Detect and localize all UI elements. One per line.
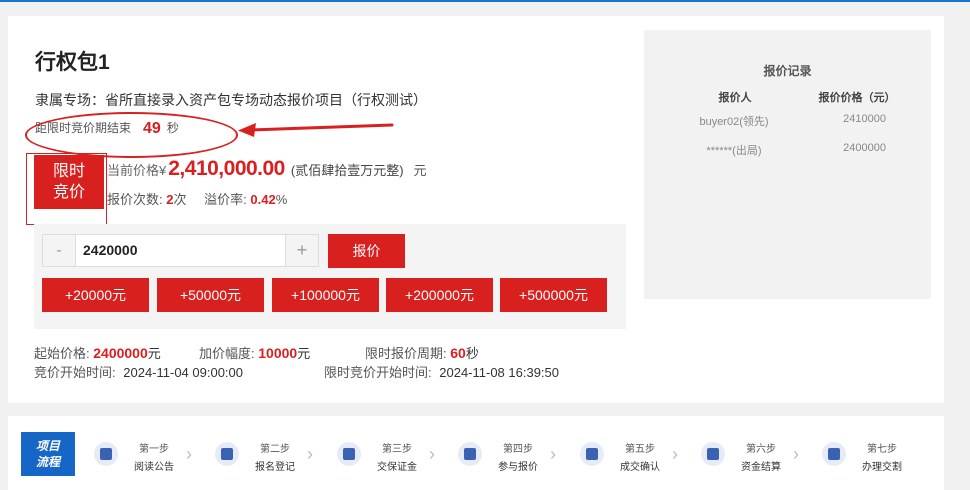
flow-step-3: 第三步 交保证金 [337,440,437,476]
badge-line-2: 流程 [35,455,60,469]
flow-step-4: 第四步 参与报价 [458,440,558,476]
flow-step-6: 第六步 资金结算 [701,440,801,476]
step-name: 报名登记 [255,462,295,473]
step-name: 阅读公告 [134,462,174,473]
increment-100000-button[interactable]: +100000元 [272,278,379,312]
start-price-value: 2400000 [93,345,148,361]
highlight-oval [25,112,238,158]
currency-symbol: ¥ [159,163,167,178]
step-name: 资金结算 [741,462,781,473]
bid-step: 加价幅度: 10000元 [199,343,310,362]
current-price: 当前价格¥2,410,000.00 (贰佰肆拾壹万元整) 元 [107,157,427,181]
limited-period-label: 限时报价周期: [365,346,447,361]
bidder-column-header: 报价人 [718,92,752,104]
tag-line-1: 限时 [52,163,85,180]
premium-label: 溢价率: [204,192,247,207]
bid-stats: 报价次数: 2次 溢价率: 0.42% [107,189,287,208]
process-flow-badge: 项目 流程 [21,432,75,476]
limited-period-value: 60 [450,345,466,361]
bid-step-value: 10000 [258,345,298,361]
bid-step-unit: 元 [297,346,311,361]
flow-step-7: 第七步 办理交割 [822,440,922,476]
edit-icon [215,442,239,466]
chevron-right-icon: › [307,444,313,464]
price-in-words: (贰佰肆拾壹万元整) [290,163,404,178]
price-unit: 元 [413,163,427,178]
price-value: 2,410,000.00 [168,157,285,180]
step-name: 成交确认 [620,462,660,473]
price-cell: 2400000 [843,142,886,154]
increment-button[interactable]: + [285,235,318,266]
top-accent-line [0,0,970,2]
premium-value: 0.42 [250,192,276,207]
price-column-header: 报价价格（元） [818,92,896,104]
bid-count-label: 报价次数: [107,192,163,207]
start-price-label: 起始价格: [34,346,90,361]
badge-line-1: 项目 [35,439,60,453]
limited-bid-tag: 限时 竞价 [34,155,104,209]
annotation-arrow [238,123,394,137]
step-name: 参与报价 [498,462,538,473]
bid-step-label: 加价幅度: [199,346,255,361]
premium-unit: % [275,192,288,207]
records-title: 报价记录 [763,64,812,78]
step-number: 第六步 [746,444,776,455]
page-title: 行权包1 [35,51,110,74]
bidder-cell: ******(出局) [706,145,762,157]
chevron-right-icon: › [429,444,435,464]
settlement-icon [701,442,725,466]
notice-icon [94,442,118,466]
decrement-button[interactable]: - [43,235,76,266]
price-cell: 2410000 [843,113,886,125]
auction-card: 行权包1 隶属专场：省所直接录入资产包专场动态报价项目（行权测试） 距限时竞价期… [8,16,944,403]
increment-50000-button[interactable]: +50000元 [157,278,264,312]
step-number: 第四步 [503,444,533,455]
bid-start-time: 竞价开始时间: 2024-11-04 09:00:00 [34,362,243,381]
chevron-right-icon: › [186,444,192,464]
bid-start-value: 2024-11-04 09:00:00 [123,365,243,380]
deposit-icon [337,442,361,466]
step-number: 第二步 [260,444,290,455]
step-number: 第五步 [625,444,655,455]
step-name: 办理交割 [862,462,902,473]
bidder-cell: buyer02(领先) [699,116,769,128]
increment-500000-button[interactable]: +500000元 [500,278,607,312]
step-name: 交保证金 [377,462,417,473]
session-label: 隶属专场：省所直接录入资产包专场动态报价项目（行权测试） [35,92,427,108]
flow-step-1: 第一步 阅读公告 [94,440,194,476]
bid-amount-input[interactable] [83,235,283,266]
increment-20000-button[interactable]: +20000元 [42,278,149,312]
bid-records-panel: 报价记录 报价人 报价价格（元） buyer02(领先) 2410000 ***… [644,30,931,299]
flow-step-5: 第五步 成交确认 [580,440,680,476]
chevron-right-icon: › [550,444,556,464]
tag-line-2: 竞价 [52,184,85,201]
limited-start-time: 限时竞价开始时间: 2024-11-08 16:39:50 [324,362,559,381]
limited-period: 限时报价周期: 60秒 [365,343,479,362]
scale-icon [822,442,846,466]
step-number: 第三步 [382,444,412,455]
bid-amount-stepper: - + [42,234,319,267]
bid-start-label: 竞价开始时间: [34,365,116,380]
limited-period-unit: 秒 [465,346,479,361]
chevron-right-icon: › [672,444,678,464]
price-label: 当前价格 [107,163,160,178]
step-number: 第七步 [867,444,897,455]
flow-step-2: 第二步 报名登记 [215,440,315,476]
limited-start-label: 限时竞价开始时间: [324,365,432,380]
increment-200000-button[interactable]: +200000元 [386,278,493,312]
limited-start-value: 2024-11-08 16:39:50 [439,365,559,380]
start-price: 起始价格: 2400000元 [34,343,161,362]
check-icon [580,442,604,466]
bid-count-unit: 次 [173,192,187,207]
chevron-right-icon: › [793,444,799,464]
gavel-icon [458,442,482,466]
submit-bid-button[interactable]: 报价 [328,234,405,268]
step-number: 第一步 [139,444,169,455]
start-price-unit: 元 [147,346,161,361]
